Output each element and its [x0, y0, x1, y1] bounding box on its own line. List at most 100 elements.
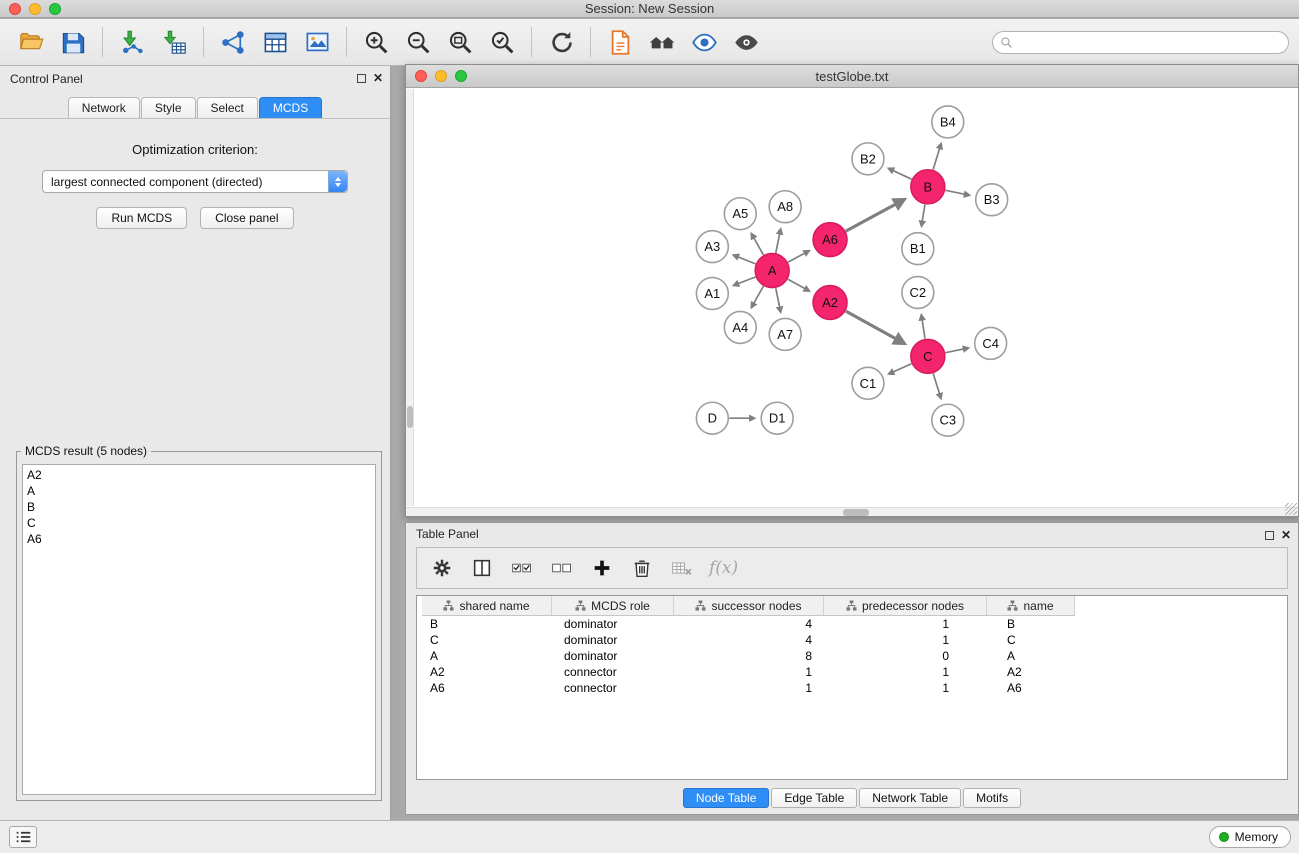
tab-mcds[interactable]: MCDS — [259, 97, 322, 118]
task-history-button[interactable] — [9, 826, 37, 848]
sort-icon — [695, 600, 706, 611]
network-vertical-scrollbar[interactable] — [406, 89, 414, 506]
table-cell: 1 — [824, 617, 987, 631]
network-node-A4[interactable]: A4 — [724, 311, 756, 343]
column-header-shared-name[interactable]: shared name — [422, 596, 552, 615]
svg-text:C4: C4 — [982, 336, 999, 351]
mcds-result-list[interactable]: A2ABCA6 — [22, 464, 376, 795]
eye-button[interactable] — [725, 23, 767, 61]
column-header-name[interactable]: name — [987, 596, 1075, 615]
float-panel-icon[interactable] — [357, 74, 366, 83]
run-mcds-button[interactable]: Run MCDS — [96, 207, 187, 229]
dropdown-stepper-icon[interactable] — [328, 171, 347, 192]
zoom-selected-button[interactable] — [481, 23, 523, 61]
zoom-fit-button[interactable] — [439, 23, 481, 61]
network-node-A8[interactable]: A8 — [769, 191, 801, 223]
table-row[interactable]: Bdominator41B — [422, 616, 1287, 632]
network-node-A6[interactable]: A6 — [813, 223, 847, 257]
status-bar: Memory — [0, 820, 1299, 853]
window-title: Session: New Session — [0, 1, 1299, 16]
zoom-selected-icon — [489, 29, 516, 56]
column-header-predecessor-nodes[interactable]: predecessor nodes — [824, 596, 987, 615]
optimization-criterion-dropdown[interactable]: largest connected component (directed) — [42, 170, 348, 193]
network-node-B3[interactable]: B3 — [976, 184, 1008, 216]
function-builder-button[interactable]: f(x) — [709, 558, 738, 578]
table-row[interactable]: A2connector11A2 — [422, 664, 1287, 680]
style-preview-button[interactable] — [683, 23, 725, 61]
network-node-B1[interactable]: B1 — [902, 233, 934, 265]
network-canvas[interactable]: B4 B2 B B3 A5 A8 A6 B1 A3 A A1 C2 A2 A4 A7 C4 C C1 C3 D D1 — [406, 89, 1298, 506]
resize-grip-icon[interactable] — [1285, 503, 1297, 515]
tab-motifs[interactable]: Motifs — [963, 788, 1021, 808]
table-row[interactable]: A6connector11A6 — [422, 680, 1287, 696]
network-node-C1[interactable]: C1 — [852, 367, 884, 399]
network-node-A5[interactable]: A5 — [724, 198, 756, 230]
save-session-button[interactable] — [52, 23, 94, 61]
unselect-all-button[interactable] — [545, 551, 579, 585]
table-cell: 1 — [824, 681, 987, 695]
tab-select[interactable]: Select — [197, 97, 258, 118]
new-network-button[interactable] — [212, 23, 254, 61]
new-table-button[interactable] — [254, 23, 296, 61]
delete-row-button[interactable] — [625, 551, 659, 585]
import-table-button[interactable] — [153, 23, 195, 61]
tab-style[interactable]: Style — [141, 97, 196, 118]
clear-table-button[interactable] — [665, 551, 699, 585]
network-node-A7[interactable]: A7 — [769, 318, 801, 350]
network-node-D[interactable]: D — [696, 402, 728, 434]
select-all-button[interactable] — [505, 551, 539, 585]
table-close-panel-icon[interactable]: ✕ — [1281, 528, 1291, 542]
close-panel-button[interactable]: Close panel — [200, 207, 293, 229]
column-header-successor-nodes[interactable]: successor nodes — [674, 596, 824, 615]
column-header-MCDS-role[interactable]: MCDS role — [552, 596, 674, 615]
network-node-D1[interactable]: D1 — [761, 402, 793, 434]
zoom-out-button[interactable] — [397, 23, 439, 61]
document-button[interactable] — [599, 23, 641, 61]
control-panel-title: Control Panel — [10, 72, 83, 86]
horizontal-scroll-thumb[interactable] — [843, 509, 869, 516]
network-horizontal-scrollbar[interactable] — [406, 507, 1298, 516]
edge-A6-B — [846, 200, 904, 231]
network-node-A1[interactable]: A1 — [696, 278, 728, 310]
network-node-A3[interactable]: A3 — [696, 231, 728, 263]
sort-icon — [443, 600, 454, 611]
export-image-button[interactable] — [296, 23, 338, 61]
vertical-scroll-thumb[interactable] — [407, 406, 413, 428]
network-window-titlebar[interactable]: testGlobe.txt — [406, 65, 1298, 88]
tab-network-table[interactable]: Network Table — [859, 788, 961, 808]
network-window-title: testGlobe.txt — [406, 69, 1298, 84]
network-node-C2[interactable]: C2 — [902, 277, 934, 309]
mcds-result-item: A6 — [27, 531, 371, 547]
network-node-B2[interactable]: B2 — [852, 143, 884, 175]
add-row-button[interactable] — [585, 551, 619, 585]
open-file-button[interactable] — [10, 23, 52, 61]
gear-button[interactable] — [425, 551, 459, 585]
network-node-C3[interactable]: C3 — [932, 404, 964, 436]
network-node-B[interactable]: B — [911, 170, 945, 204]
close-panel-icon[interactable]: ✕ — [373, 71, 383, 85]
memory-button[interactable]: Memory — [1209, 826, 1291, 848]
zoom-in-button[interactable] — [355, 23, 397, 61]
search-box[interactable] — [992, 31, 1289, 54]
network-node-C[interactable]: C — [911, 339, 945, 373]
search-input[interactable] — [1013, 36, 1288, 50]
network-desktop: testGlobe.txt B4 B2 B B3 A5 A8 A6 B1 A3 A A1 C2 A2 A4… — [392, 66, 1299, 820]
sort-icon — [846, 600, 857, 611]
table-float-panel-icon[interactable] — [1265, 531, 1274, 540]
refresh-layout-button[interactable] — [540, 23, 582, 61]
toolbar-separator — [531, 27, 532, 57]
tab-node-table[interactable]: Node Table — [683, 788, 770, 808]
network-node-A[interactable]: A — [755, 254, 789, 288]
network-node-A2[interactable]: A2 — [813, 286, 847, 320]
table-row[interactable]: Adominator80A — [422, 648, 1287, 664]
table-cell: 1 — [674, 665, 824, 679]
home-button[interactable] — [641, 23, 683, 61]
edge-B-B3 — [945, 190, 969, 195]
columns-button[interactable] — [465, 551, 499, 585]
network-node-C4[interactable]: C4 — [975, 327, 1007, 359]
network-node-B4[interactable]: B4 — [932, 106, 964, 138]
tab-edge-table[interactable]: Edge Table — [771, 788, 857, 808]
tab-network[interactable]: Network — [68, 97, 140, 118]
table-row[interactable]: Cdominator41C — [422, 632, 1287, 648]
import-network-button[interactable] — [111, 23, 153, 61]
